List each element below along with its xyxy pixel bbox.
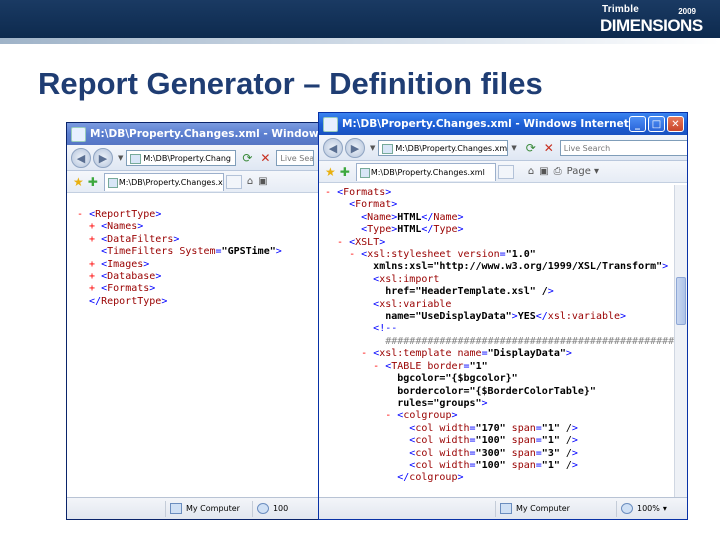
minimize-button[interactable]: _ xyxy=(629,116,646,132)
back-arrow-icon[interactable]: ◀ xyxy=(323,137,343,158)
home-icon[interactable]: ⌂ xyxy=(247,176,253,187)
window-titlebar[interactable]: M:\DB\Property.Changes.xml - Windows Int… xyxy=(67,123,327,145)
browser-window-front[interactable]: M:\DB\Property.Changes.xml - Windows Int… xyxy=(318,112,688,520)
add-favorites-icon[interactable]: ✚ xyxy=(340,165,350,179)
close-button[interactable]: ✕ xyxy=(667,116,684,132)
logo-year: 2009 xyxy=(678,7,696,16)
history-dropdown-icon[interactable]: ▼ xyxy=(370,144,375,152)
slide-header-bar: Trimble 2009 DIMENSIONS xyxy=(0,0,720,38)
status-bar: My Computer 100 xyxy=(67,497,327,519)
zoom-level[interactable]: 100% ▾ xyxy=(617,503,667,514)
address-dropdown-icon[interactable]: ▼ xyxy=(511,144,516,152)
ie-window-icon xyxy=(71,126,86,142)
computer-icon xyxy=(500,503,512,514)
zoom-level[interactable]: 100 xyxy=(253,503,288,514)
logo-brand: Trimble xyxy=(602,4,639,15)
tab-property-changes[interactable]: M:\DB\Property.Changes.xml xyxy=(355,162,496,181)
status-computer: My Computer xyxy=(186,504,240,513)
stop-icon[interactable]: ✕ xyxy=(258,151,272,165)
refresh-icon[interactable]: ⟳ xyxy=(240,151,254,165)
home-icon[interactable]: ⌂ xyxy=(528,166,534,177)
zoom-icon xyxy=(256,503,269,514)
xml-content: - <ReportType> + <Names> + <DataFilters>… xyxy=(67,195,327,497)
refresh-icon[interactable]: ⟳ xyxy=(524,141,538,155)
address-bar[interactable]: M:\DB\Property.Chang xyxy=(126,149,237,166)
print-icon[interactable]: ⎙ xyxy=(554,166,562,177)
new-tab-button[interactable] xyxy=(225,174,242,189)
xml-content: - <Formats> <Format> <Name>HTML</Name> <… xyxy=(319,185,675,497)
favorites-bar: ★ ✚ M:\DB\Property.Changes.xml ⌂ ▣ xyxy=(67,171,327,193)
navigation-bar: ◀ ▶ ▼ M:\DB\Property.Chang ⟳ ✕ Live Sea xyxy=(67,145,327,171)
add-favorites-icon[interactable]: ✚ xyxy=(88,175,98,189)
status-bar: My Computer 100% ▾ xyxy=(319,497,687,519)
status-zone: My Computer xyxy=(166,503,240,514)
maximize-button[interactable]: □ xyxy=(648,116,665,132)
favorites-star-icon[interactable]: ★ xyxy=(73,175,84,189)
header-divider xyxy=(0,38,720,44)
address-bar[interactable]: M:\DB\Property.Changes.xml xyxy=(378,139,509,156)
navigation-bar: ◀ ▶ ▼ M:\DB\Property.Changes.xml ▼ ⟳ ✕ L… xyxy=(319,135,687,161)
logo-product: DIMENSIONS xyxy=(600,16,703,35)
window-title: M:\DB\Property.Changes.xml - Windows Int… xyxy=(342,118,629,130)
scrollbar-thumb[interactable] xyxy=(676,277,686,325)
status-computer: My Computer xyxy=(516,504,570,513)
ie-window-icon xyxy=(323,116,338,132)
page-menu[interactable]: Page ▾ xyxy=(567,166,599,177)
stop-icon[interactable]: ✕ xyxy=(542,141,556,155)
tab-property-changes[interactable]: M:\DB\Property.Changes.xml xyxy=(103,172,224,191)
slide-title: Report Generator – Definition files xyxy=(38,66,543,101)
search-input[interactable]: Live Sea xyxy=(276,149,315,166)
favorites-bar: ★ ✚ M:\DB\Property.Changes.xml ⌂ ▣ ⎙ Pag… xyxy=(319,161,687,183)
forward-arrow-icon[interactable]: ▶ xyxy=(93,147,113,168)
vertical-scrollbar[interactable] xyxy=(674,185,687,497)
feeds-icon[interactable]: ▣ xyxy=(258,176,267,187)
status-zone: My Computer xyxy=(496,503,616,514)
computer-icon xyxy=(170,503,182,514)
forward-arrow-icon[interactable]: ▶ xyxy=(345,137,365,158)
browser-window-back[interactable]: M:\DB\Property.Changes.xml - Windows Int… xyxy=(66,122,328,520)
feeds-icon[interactable]: ▣ xyxy=(539,166,548,177)
favorites-star-icon[interactable]: ★ xyxy=(325,165,336,179)
window-title: M:\DB\Property.Changes.xml - Windows Int… xyxy=(90,128,327,140)
history-dropdown-icon[interactable]: ▼ xyxy=(118,154,123,162)
new-tab-button[interactable] xyxy=(497,164,514,179)
trimble-dimensions-logo: Trimble 2009 DIMENSIONS xyxy=(600,3,703,37)
search-input[interactable]: Live Search xyxy=(559,139,687,156)
back-arrow-icon[interactable]: ◀ xyxy=(71,147,91,168)
zoom-icon xyxy=(621,503,633,514)
window-titlebar[interactable]: M:\DB\Property.Changes.xml - Windows Int… xyxy=(319,113,687,135)
